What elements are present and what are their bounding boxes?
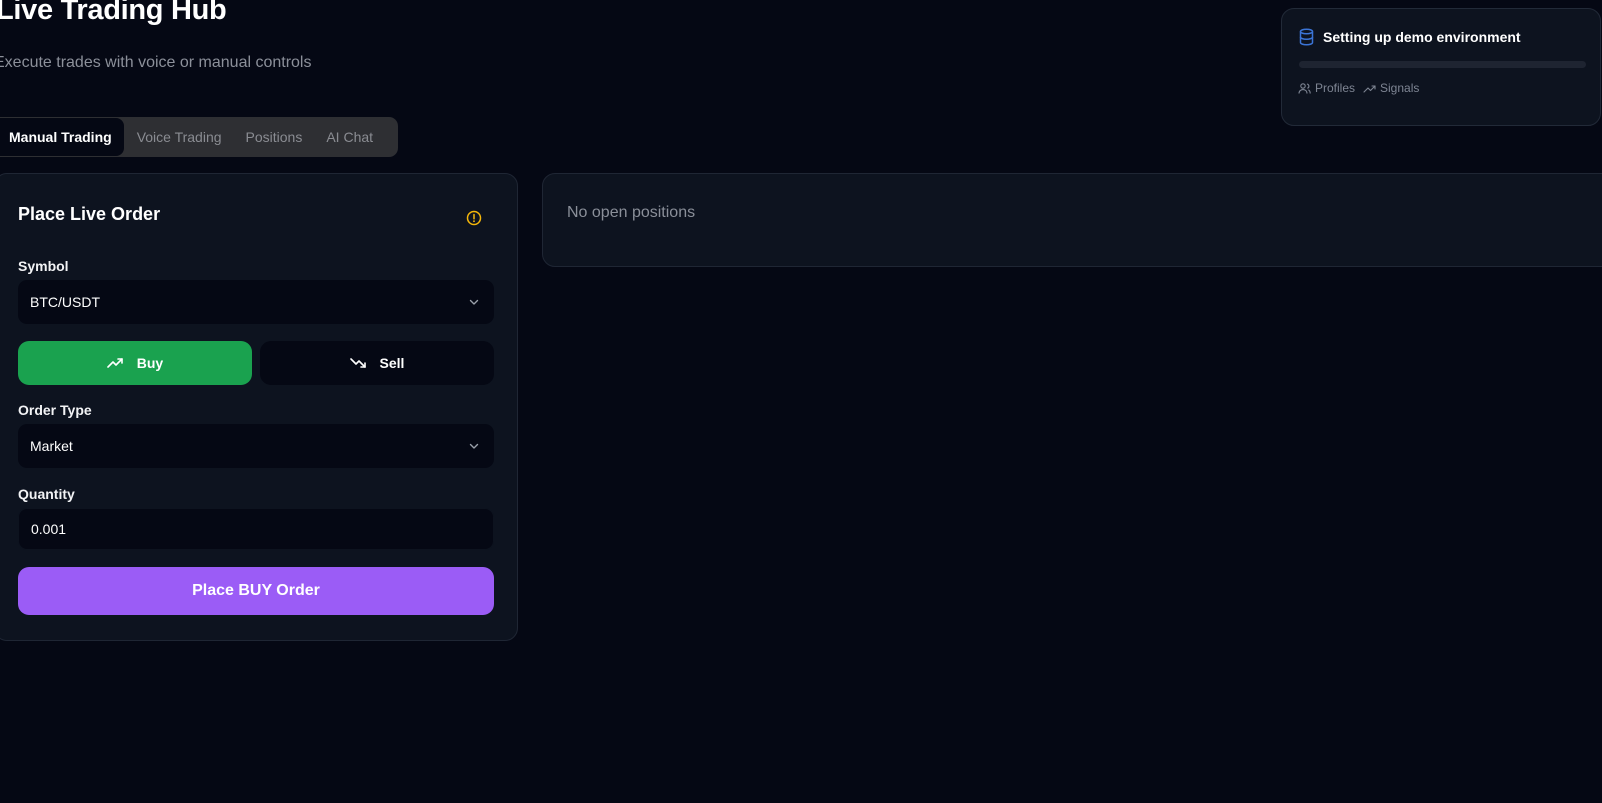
users-icon xyxy=(1298,82,1311,94)
order-type-label: Order Type xyxy=(18,402,92,418)
symbol-value: BTC/USDT xyxy=(30,294,100,310)
trending-down-icon xyxy=(349,358,366,368)
card-title: Place Live Order xyxy=(18,204,161,224)
buy-label: Buy xyxy=(136,355,164,371)
toast-title: Setting up demo environment xyxy=(1323,29,1521,45)
database-icon xyxy=(1299,28,1314,46)
setup-progress-bar xyxy=(1299,61,1586,68)
tab-positions[interactable]: Positions xyxy=(234,117,315,157)
sell-label: Sell xyxy=(379,355,405,371)
place-order-button[interactable]: Place BUY Order xyxy=(18,567,494,615)
symbol-label: Symbol xyxy=(18,258,69,274)
order-type-select[interactable]: Market xyxy=(18,424,494,468)
quantity-input[interactable] xyxy=(18,508,494,550)
symbol-select[interactable]: BTC/USDT xyxy=(18,280,494,324)
alert-circle-icon xyxy=(466,210,482,226)
profiles-link[interactable]: Profiles xyxy=(1298,81,1355,95)
tab-list: Manual Trading Voice Trading Positions A… xyxy=(0,117,398,157)
buy-button[interactable]: Buy xyxy=(18,341,252,385)
chevron-down-icon xyxy=(469,299,479,305)
chevron-down-icon xyxy=(469,443,479,449)
page-title: Live Trading Hub xyxy=(0,0,227,26)
tab-manual-trading[interactable]: Manual Trading xyxy=(0,117,125,157)
toast-links: Profiles Signals xyxy=(1298,81,1419,95)
quantity-label: Quantity xyxy=(18,486,75,502)
trending-up-icon xyxy=(106,358,123,368)
page-subtitle: Execute trades with voice or manual cont… xyxy=(0,54,312,71)
signals-link[interactable]: Signals xyxy=(1363,81,1419,95)
tab-ai-chat[interactable]: AI Chat xyxy=(314,117,385,157)
empty-positions-text: No open positions xyxy=(567,204,696,221)
order-type-value: Market xyxy=(30,438,73,454)
positions-card: No open positions xyxy=(542,173,1602,267)
tab-voice-trading[interactable]: Voice Trading xyxy=(125,117,234,157)
place-order-card: Place Live Order Symbol BTC/USDT Buy Sel… xyxy=(0,173,518,641)
sell-button[interactable]: Sell xyxy=(260,341,494,385)
signals-label: Signals xyxy=(1380,81,1420,95)
setup-toast: Setting up demo environment Profiles Sig… xyxy=(1281,8,1601,126)
profiles-label: Profiles xyxy=(1315,81,1356,95)
trending-up-icon xyxy=(1363,84,1376,93)
